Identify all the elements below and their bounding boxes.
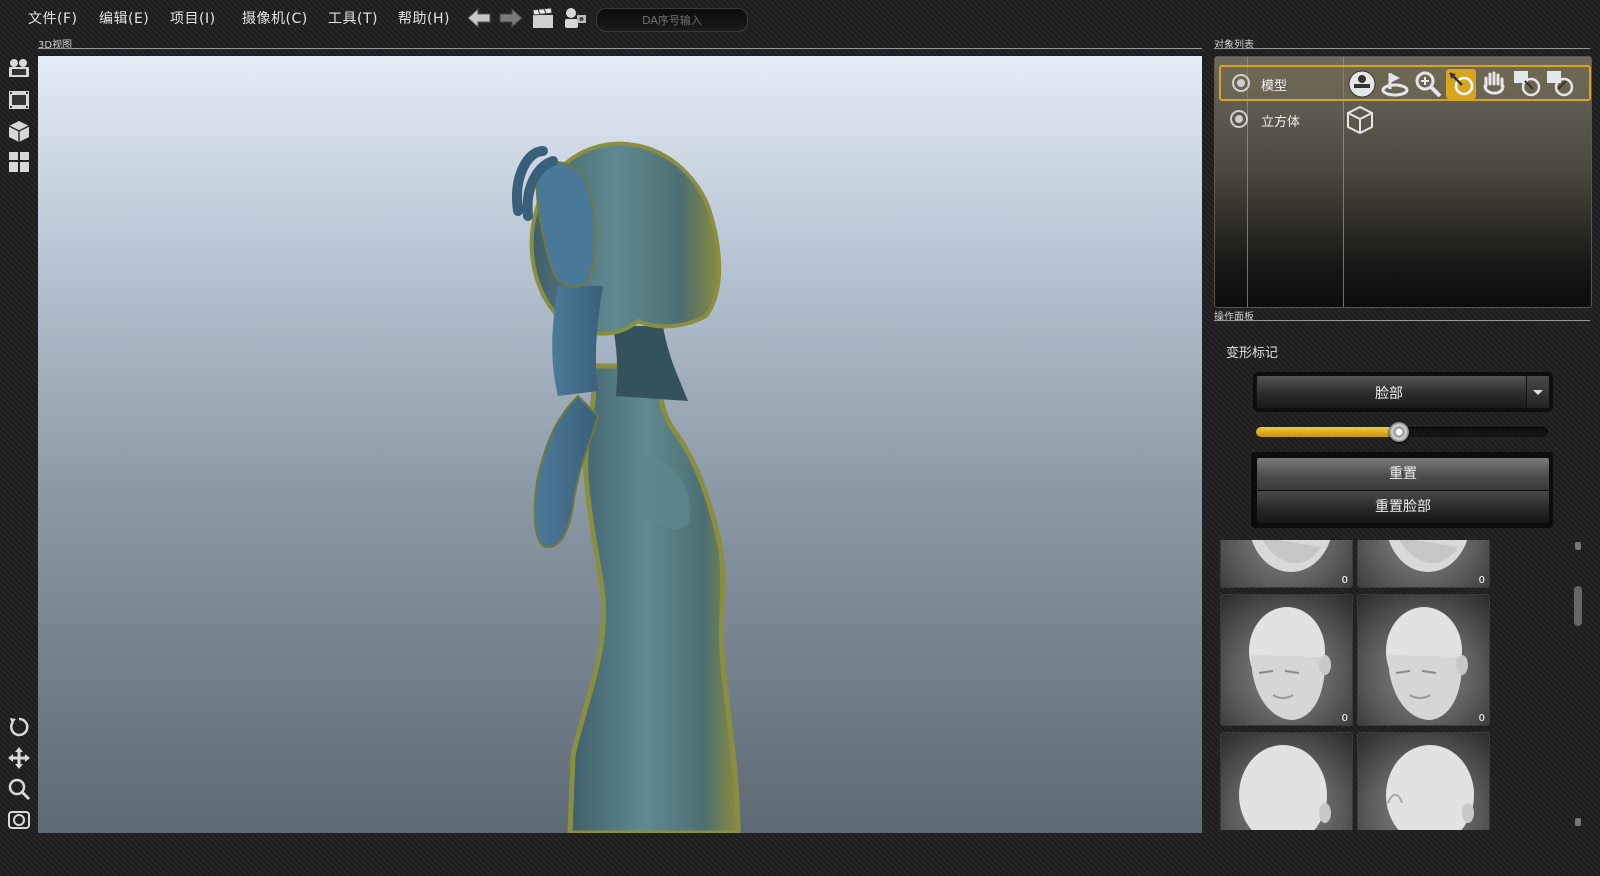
visibility-icon[interactable] <box>1229 109 1249 129</box>
morph-thumbnail[interactable]: 0 <box>1357 540 1490 588</box>
cube-icon[interactable] <box>6 118 32 144</box>
3d-viewport[interactable] <box>38 56 1202 833</box>
slider-thumb[interactable] <box>1389 422 1409 442</box>
menu-bar: 文件(F) 编辑(E) 项目(I) 摄像机(C) 工具(T) 帮助(H) <box>0 0 1600 36</box>
menu-edit[interactable]: 编辑(E) <box>99 8 149 28</box>
morph-thumbnail[interactable]: 0 <box>1357 594 1490 726</box>
thumbnail-count: 0 <box>1478 713 1485 724</box>
menu-tools[interactable]: 工具(T) <box>328 8 378 28</box>
arrow-right-icon[interactable] <box>498 6 524 30</box>
deform-slider[interactable] <box>1256 422 1548 442</box>
thumbnail-count: 0 <box>1341 713 1348 724</box>
scroll-thumb[interactable] <box>1574 586 1582 626</box>
rotate-x-icon[interactable] <box>1512 69 1542 99</box>
object-name: 立方体 <box>1261 115 1301 130</box>
rotate-base-icon[interactable] <box>1380 69 1410 99</box>
screenshot-icon[interactable] <box>6 807 32 833</box>
rotate-y-icon[interactable] <box>1545 69 1575 99</box>
morph-thumbnail[interactable] <box>1357 732 1490 830</box>
morph-thumbnail-grid: 0 0 0 0 <box>1218 540 1500 830</box>
camera-icon[interactable] <box>6 56 32 82</box>
grid-icon[interactable] <box>6 149 32 175</box>
pose-icon[interactable] <box>1347 69 1377 99</box>
object-name: 模型 <box>1261 79 1288 94</box>
menu-file[interactable]: 文件(F) <box>28 8 77 28</box>
object-list-panel: 模型 立方体 <box>1214 56 1592 308</box>
menu-camera[interactable]: 摄像机(C) <box>242 8 308 28</box>
reset-face-button[interactable]: 重置脸部 <box>1256 490 1550 524</box>
zoom-in-icon[interactable] <box>1413 69 1443 99</box>
da-number-input[interactable] <box>596 8 748 32</box>
scroll-down-arrow[interactable] <box>1575 818 1581 826</box>
chevron-down-icon[interactable] <box>1526 376 1549 408</box>
scroll-up-arrow[interactable] <box>1575 542 1581 550</box>
move-icon[interactable] <box>6 745 32 771</box>
hand-icon[interactable] <box>1479 69 1509 99</box>
zoom-icon[interactable] <box>6 776 32 802</box>
operation-panel-header-line <box>1214 320 1590 321</box>
film-icon[interactable] <box>6 87 32 113</box>
object-row-cube[interactable]: 立方体 <box>1219 103 1587 135</box>
morph-thumbnail[interactable]: 0 <box>1220 540 1353 588</box>
object-list-header-line <box>1214 48 1590 49</box>
move-edit-icon[interactable] <box>1446 69 1476 99</box>
morph-thumbnail[interactable] <box>1220 732 1353 830</box>
thumbnail-count: 0 <box>1341 575 1348 586</box>
viewport-header-line <box>38 48 1202 49</box>
deform-marker-title: 变形标记 <box>1226 346 1279 361</box>
morph-thumbnail[interactable]: 0 <box>1220 594 1353 726</box>
thumbnail-scrollbar[interactable] <box>1574 540 1582 830</box>
arrow-left-icon[interactable] <box>466 6 492 30</box>
region-dropdown-value: 脸部 <box>1375 386 1403 402</box>
visibility-icon[interactable] <box>1231 73 1251 93</box>
rotate-icon[interactable] <box>6 714 32 740</box>
object-row-model[interactable]: 模型 <box>1219 65 1591 101</box>
reset-button[interactable]: 重置 <box>1256 457 1550 491</box>
menu-project[interactable]: 项目(I) <box>170 8 216 28</box>
character-model <box>512 141 741 833</box>
user-camera-icon[interactable] <box>562 6 588 30</box>
cube-object-icon[interactable] <box>1345 105 1375 135</box>
slider-fill <box>1256 427 1399 437</box>
region-dropdown[interactable]: 脸部 <box>1256 375 1550 409</box>
clapperboard-icon[interactable] <box>530 6 556 30</box>
thumbnail-count: 0 <box>1478 575 1485 586</box>
menu-help[interactable]: 帮助(H) <box>398 8 450 28</box>
